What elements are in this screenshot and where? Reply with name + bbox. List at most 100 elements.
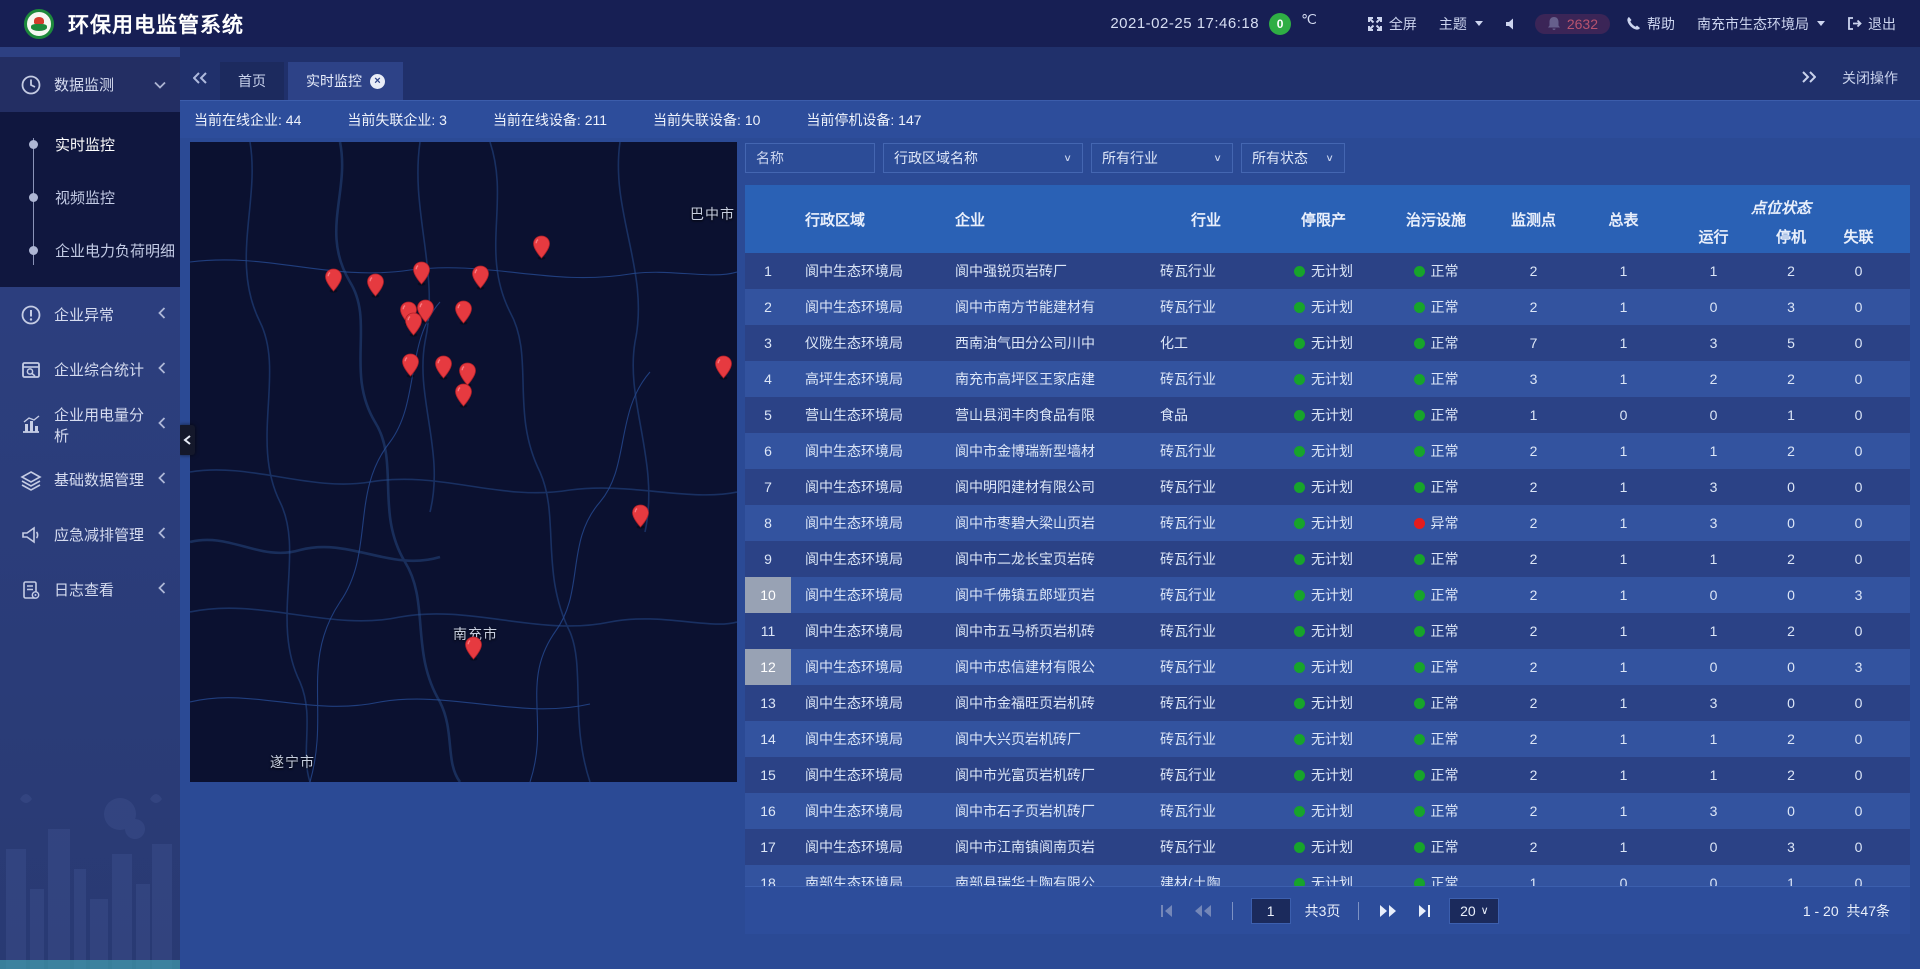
cell-company: 营山县润丰肉食品有限: [941, 397, 1146, 433]
cell-limit: 无计划: [1266, 613, 1381, 649]
tab-实时监控[interactable]: 实时监控×: [288, 62, 403, 100]
map-pin-icon[interactable]: [404, 312, 423, 337]
cell-limit: 无计划: [1266, 469, 1381, 505]
map-pin-icon[interactable]: [471, 265, 490, 290]
tab-首页[interactable]: 首页: [220, 62, 284, 100]
theme-dropdown[interactable]: 主题: [1433, 14, 1489, 34]
map-pin-icon[interactable]: [401, 353, 420, 378]
map-pin-icon[interactable]: [454, 300, 473, 325]
industry-filter-select[interactable]: 所有行业 ∨: [1091, 143, 1233, 173]
logout-button[interactable]: 退出: [1841, 14, 1902, 34]
map-pin-icon[interactable]: [454, 383, 473, 408]
sidebar-subitem-label: 视频监控: [55, 187, 115, 208]
status-dot-green: [1294, 518, 1305, 529]
table-row[interactable]: 4高坪生态环境局南充市高坪区王家店建砖瓦行业无计划正常31220: [745, 361, 1910, 397]
cell-meters: 1: [1576, 253, 1671, 289]
status-filter-select[interactable]: 所有状态 ∨: [1241, 143, 1345, 173]
row-index: 7: [745, 469, 791, 505]
map-pin-icon[interactable]: [714, 355, 733, 380]
map-pin-icon[interactable]: [412, 261, 431, 286]
notification-badge[interactable]: 2632: [1535, 14, 1610, 34]
table-row[interactable]: 11阆中生态环境局阆中市五马桥页岩机砖砖瓦行业无计划正常21120: [745, 613, 1910, 649]
first-page-button[interactable]: [1156, 900, 1178, 922]
table-row[interactable]: 3仪陇生态环境局西南油气田分公司川中化工无计划正常71350: [745, 325, 1910, 361]
map-panel[interactable]: 巴中市南充市遂宁市: [190, 142, 737, 782]
status-dot-green: [1294, 662, 1305, 673]
cell-points: 2: [1491, 433, 1576, 469]
table-row[interactable]: 17阆中生态环境局阆中市江南镇阆南页岩砖瓦行业无计划正常21030: [745, 829, 1910, 865]
cell-points: 2: [1491, 613, 1576, 649]
table-row[interactable]: 10阆中生态环境局阆中千佛镇五郎垭页岩砖瓦行业无计划正常21003: [745, 577, 1910, 613]
map-pin-icon[interactable]: [366, 273, 385, 298]
cell-region: 阆中生态环境局: [791, 829, 941, 865]
cell-run: 3: [1671, 325, 1756, 361]
table-row[interactable]: 15阆中生态环境局阆中市光富页岩机砖厂砖瓦行业无计划正常21120: [745, 757, 1910, 793]
region-filter-select[interactable]: 行政区域名称 ∨: [883, 143, 1083, 173]
help-button[interactable]: 帮助: [1620, 14, 1681, 34]
table-row[interactable]: 1阆中生态环境局阆中强锐页岩砖厂砖瓦行业无计划正常21120: [745, 253, 1910, 289]
cell-lost: 0: [1826, 469, 1891, 505]
sidebar-item-5[interactable]: 基础数据管理: [0, 452, 180, 507]
logout-icon: [1847, 16, 1862, 31]
sidebar-subitem-企业电力负荷明细[interactable]: 企业电力负荷明细: [0, 224, 180, 277]
table-row[interactable]: 2阆中生态环境局阆中市南方节能建材有砖瓦行业无计划正常21030: [745, 289, 1910, 325]
tabs-scroll-left-button[interactable]: [180, 58, 220, 98]
name-filter-field[interactable]: [745, 143, 875, 173]
sidebar-subitem-视频监控[interactable]: 视频监控: [0, 171, 180, 224]
next-page-button[interactable]: [1377, 900, 1399, 922]
sidebar-item-1[interactable]: 数据监测: [0, 57, 180, 112]
close-operations-button[interactable]: 关闭操作: [1842, 68, 1898, 88]
cell-limit: 无计划: [1266, 721, 1381, 757]
map-pin-icon[interactable]: [434, 355, 453, 380]
table-row[interactable]: 14阆中生态环境局阆中大兴页岩机砖厂砖瓦行业无计划正常21120: [745, 721, 1910, 757]
prev-page-button[interactable]: [1192, 900, 1214, 922]
table-row[interactable]: 13阆中生态环境局阆中市金福旺页岩机砖砖瓦行业无计划正常21300: [745, 685, 1910, 721]
map-pin-icon[interactable]: [464, 636, 483, 661]
cell-lost: 0: [1826, 829, 1891, 865]
double-chevron-left-icon: [193, 72, 207, 84]
table-row[interactable]: 7阆中生态环境局阆中明阳建材有限公司砖瓦行业无计划正常21300: [745, 469, 1910, 505]
table-row[interactable]: 9阆中生态环境局阆中市二龙长宝页岩砖砖瓦行业无计划正常21120: [745, 541, 1910, 577]
fullscreen-button[interactable]: 全屏: [1361, 14, 1423, 34]
map-pin-icon[interactable]: [631, 504, 650, 529]
name-filter-input[interactable]: [756, 150, 864, 166]
panel-collapse-handle[interactable]: [178, 425, 195, 455]
cell-run: 0: [1671, 649, 1756, 685]
cell-limit: 无计划: [1266, 361, 1381, 397]
map-pin-icon[interactable]: [532, 235, 551, 260]
cell-industry: 砖瓦行业: [1146, 721, 1266, 757]
bar-chart-icon: [20, 414, 42, 436]
cell-lost: 0: [1826, 505, 1891, 541]
table-row[interactable]: 12阆中生态环境局阆中市忠信建材有限公砖瓦行业无计划正常21003: [745, 649, 1910, 685]
sidebar-item-7[interactable]: 日志查看: [0, 562, 180, 617]
sidebar-item-3[interactable]: 企业综合统计: [0, 342, 180, 397]
cell-meters: 1: [1576, 289, 1671, 325]
sidebar-subitem-实时监控[interactable]: 实时监控: [0, 118, 180, 171]
cell-points: 2: [1491, 649, 1576, 685]
row-index: 13: [745, 685, 791, 721]
table-row[interactable]: 16阆中生态环境局阆中市石子页岩机砖厂砖瓦行业无计划正常21300: [745, 793, 1910, 829]
page-size-select[interactable]: 20 ∨: [1449, 898, 1499, 924]
page-number-input[interactable]: [1251, 898, 1291, 924]
row-index: 14: [745, 721, 791, 757]
status-dot-green: [1294, 698, 1305, 709]
org-dropdown[interactable]: 南充市生态环境局: [1691, 14, 1831, 34]
tabs-scroll-right-button[interactable]: [1802, 70, 1816, 86]
table-row[interactable]: 8阆中生态环境局阆中市枣碧大梁山页岩砖瓦行业无计划异常21300: [745, 505, 1910, 541]
col-header-region: 行政区域: [791, 185, 941, 253]
table-row[interactable]: 5营山生态环境局营山县润丰肉食品有限食品无计划正常10010: [745, 397, 1910, 433]
cell-lost: 0: [1826, 289, 1891, 325]
map-pin-icon[interactable]: [324, 268, 343, 293]
row-index: 12: [745, 649, 791, 685]
sidebar-item-2[interactable]: 企业异常: [0, 287, 180, 342]
last-page-button[interactable]: [1413, 900, 1435, 922]
sound-toggle[interactable]: [1499, 17, 1525, 31]
cell-stop: 0: [1756, 577, 1826, 613]
sidebar-item-6[interactable]: 应急减排管理: [0, 507, 180, 562]
sidebar-item-4[interactable]: 企业用电量分析: [0, 397, 180, 452]
status-dot-green: [1414, 338, 1425, 349]
cell-stop: 0: [1756, 793, 1826, 829]
phone-icon: [1626, 16, 1641, 31]
tab-close-icon[interactable]: ×: [370, 74, 385, 89]
table-row[interactable]: 6阆中生态环境局阆中市金博瑞新型墙材砖瓦行业无计划正常21120: [745, 433, 1910, 469]
